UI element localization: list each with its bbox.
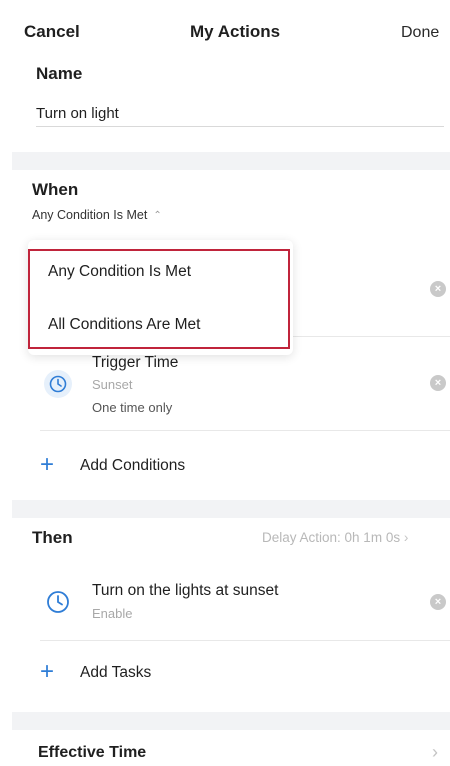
chevron-right-icon: › (403, 530, 409, 545)
cancel-button[interactable]: Cancel (24, 22, 80, 42)
delay-action-label: Delay Action: 0h 1m 0s (262, 530, 401, 545)
name-label: Name (36, 64, 83, 83)
chevron-right-icon: › (432, 742, 438, 762)
section-separator (12, 152, 450, 170)
task-subtitle: Enable (92, 606, 133, 621)
task-row[interactable] (44, 588, 72, 616)
highlight-box (28, 249, 290, 349)
delay-action-link[interactable]: Delay Action: 0h 1m 0s › (262, 530, 408, 545)
row-divider (40, 430, 450, 431)
condition-title: Trigger Time (92, 354, 179, 371)
remove-condition-icon[interactable]: × (430, 375, 446, 391)
condition-detail: One time only (92, 400, 173, 415)
effective-time-item[interactable]: Effective Time (38, 744, 146, 762)
name-input[interactable] (36, 100, 444, 127)
condition-row[interactable] (44, 370, 72, 398)
remove-condition-icon[interactable]: × (430, 281, 446, 297)
then-title: Then (32, 528, 73, 547)
when-title: When (32, 180, 79, 199)
section-separator (12, 500, 450, 518)
page-title: My Actions (190, 22, 281, 41)
row-divider (40, 640, 450, 641)
task-title: Turn on the lights at sunset (92, 582, 279, 599)
section-separator (12, 712, 450, 730)
condition-subtitle: Sunset (92, 377, 133, 392)
clock-icon (44, 588, 72, 616)
add-conditions-button[interactable]: Add Conditions (80, 457, 185, 475)
chevron-up-icon: ⌃ (153, 210, 162, 221)
clock-icon (44, 370, 72, 398)
done-button[interactable]: Done (401, 24, 439, 42)
condition-mode-value: Any Condition Is Met (32, 208, 148, 222)
add-tasks-button[interactable]: Add Tasks (80, 664, 151, 682)
condition-mode-dropdown[interactable]: Any Condition Is Met ⌃ (32, 208, 162, 222)
plus-icon: + (40, 451, 55, 478)
plus-icon: + (40, 658, 55, 685)
remove-task-icon[interactable]: × (430, 594, 446, 610)
